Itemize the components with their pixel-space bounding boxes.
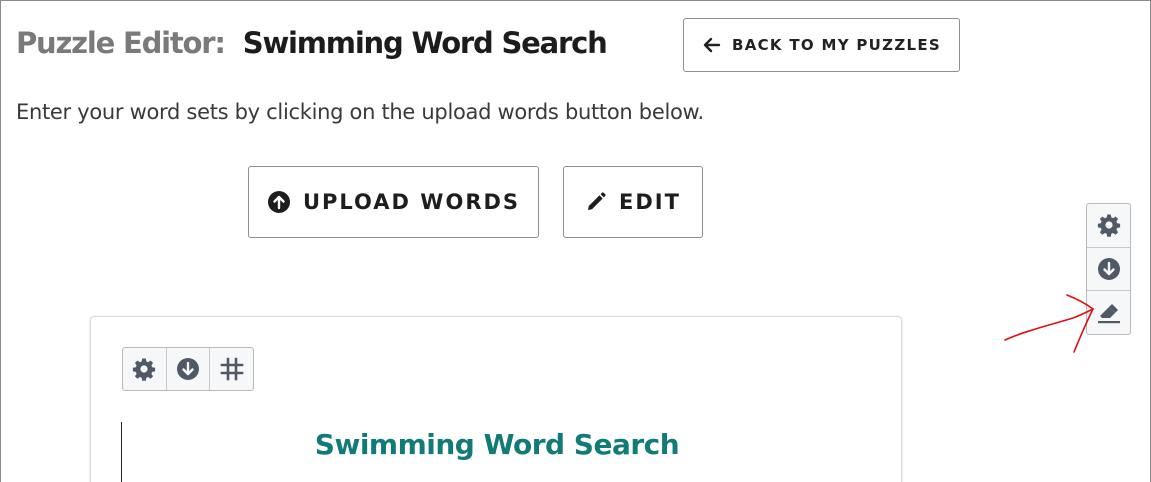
page-title: Swimming Word Search: [242, 26, 608, 60]
upload-words-button[interactable]: UPLOAD WORDS: [248, 166, 539, 238]
back-button-label: BACK TO MY PUZZLES: [731, 36, 942, 54]
download-icon: [177, 358, 199, 380]
page-header: Puzzle Editor: Swimming Word Search: [16, 26, 608, 60]
arrow-left-icon: [703, 37, 721, 53]
puzzle-title[interactable]: Swimming Word Search: [91, 428, 903, 461]
pencil-icon: [588, 192, 606, 210]
edit-button[interactable]: EDIT: [563, 166, 703, 238]
download-icon: [1097, 258, 1120, 280]
upload-words-label: UPLOAD WORDS: [302, 190, 521, 214]
puzzle-preview-card: Swimming Word Search: [90, 316, 902, 482]
upload-circle-icon: [267, 191, 290, 213]
card-toolbar: [122, 347, 254, 391]
red-arrow-annotation: [1004, 294, 1095, 353]
gear-icon: [1097, 214, 1120, 238]
card-download-button[interactable]: [167, 348, 211, 390]
side-settings-button[interactable]: [1087, 204, 1130, 248]
back-to-my-puzzles-button[interactable]: BACK TO MY PUZZLES: [683, 18, 960, 72]
page-title-prefix: Puzzle Editor:: [16, 26, 226, 60]
gear-icon: [133, 358, 156, 381]
grid-icon: [220, 357, 243, 381]
card-grid-button[interactable]: [210, 348, 253, 390]
edit-label: EDIT: [619, 190, 681, 214]
instructions-text: Enter your word sets by clicking on the …: [16, 100, 704, 124]
card-settings-button[interactable]: [123, 348, 167, 390]
